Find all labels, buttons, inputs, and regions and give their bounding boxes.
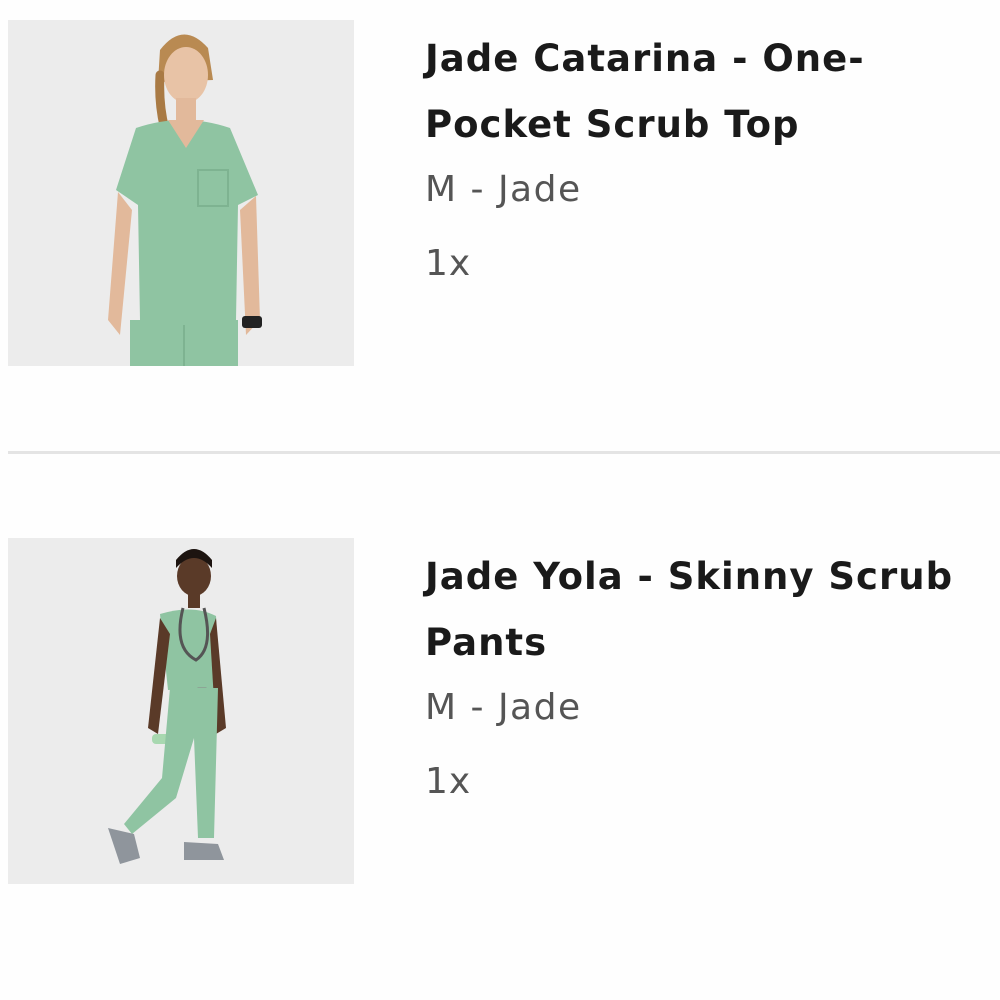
cart-item-list: Jade Catarina - One- Pocket Scrub Top M … — [0, 0, 1000, 1000]
product-title[interactable]: Jade Catarina - One- Pocket Scrub Top — [425, 26, 1000, 158]
product-info: Jade Catarina - One- Pocket Scrub Top M … — [425, 26, 1000, 296]
product-image[interactable] — [8, 20, 354, 366]
product-quantity: 1x — [425, 761, 472, 802]
scrub-top-photo — [8, 20, 354, 366]
product-image[interactable] — [8, 538, 354, 884]
cart-item: Jade Yola - Skinny Scrub Pants M - Jade … — [0, 536, 1000, 896]
product-variant: M - Jade — [425, 169, 582, 210]
product-variant: M - Jade — [425, 687, 582, 728]
product-info: Jade Yola - Skinny Scrub Pants M - Jade … — [425, 544, 1000, 814]
product-quantity: 1x — [425, 243, 472, 284]
cart-item: Jade Catarina - One- Pocket Scrub Top M … — [0, 18, 1000, 378]
product-title[interactable]: Jade Yola - Skinny Scrub Pants — [425, 544, 1000, 676]
scrub-pants-photo — [8, 538, 354, 884]
item-divider — [8, 451, 1000, 454]
